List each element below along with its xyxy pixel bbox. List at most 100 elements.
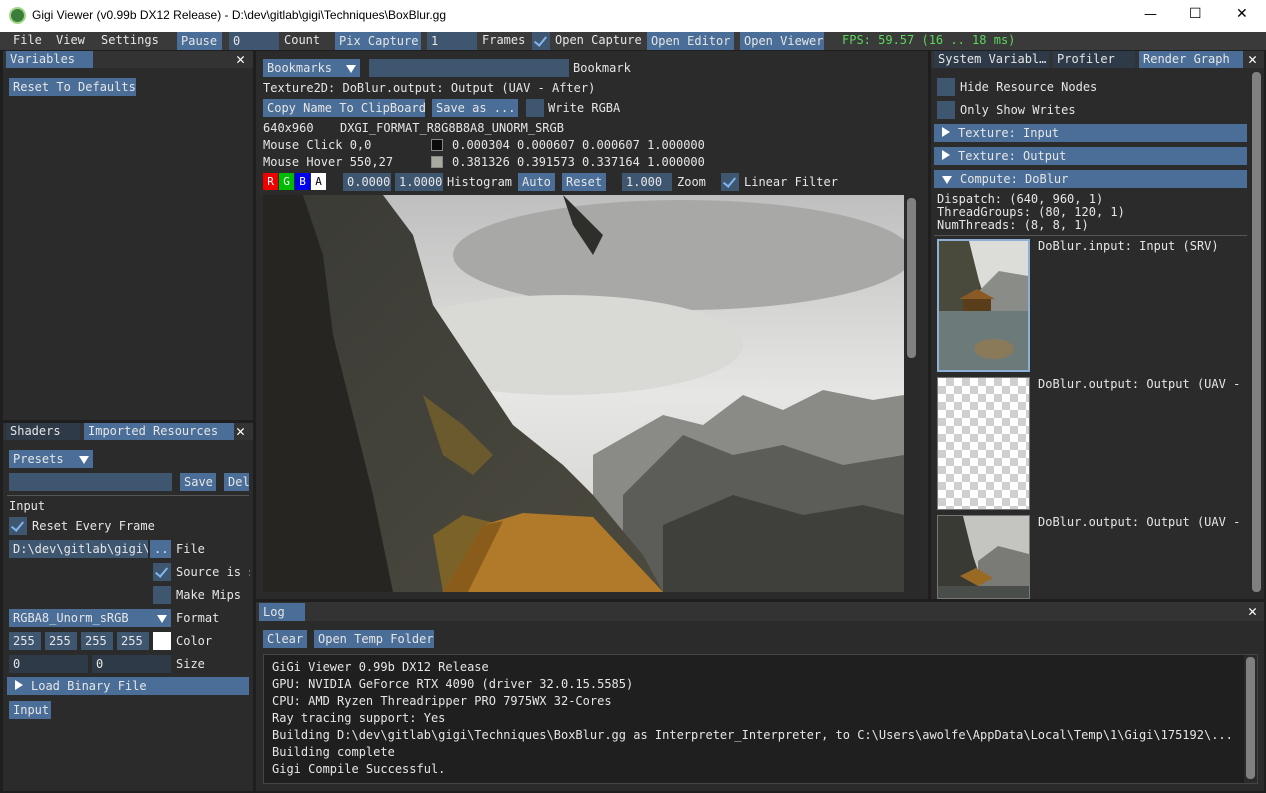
log-output: GiGi Viewer 0.99b DX12 Release GPU: NVID… bbox=[263, 654, 1258, 784]
count-input[interactable]: 0 bbox=[229, 32, 279, 50]
tab-system-variables[interactable]: System Variabl… bbox=[934, 51, 1049, 68]
close-icon[interactable]: ✕ bbox=[1236, 6, 1248, 22]
frames-input[interactable]: 1 bbox=[427, 32, 477, 50]
texture-name: Texture2D: DoBlur.output: Output (UAV - … bbox=[263, 81, 596, 95]
reset-to-defaults-button[interactable]: Reset To Defaults bbox=[9, 78, 136, 96]
size-label: Size bbox=[176, 657, 205, 671]
channel-a-toggle[interactable]: A bbox=[311, 173, 326, 190]
resource-thumbnail-output-after[interactable] bbox=[937, 515, 1030, 599]
format-dropdown[interactable]: RGBA8_Unorm_sRGB bbox=[9, 609, 153, 627]
save-as-button[interactable]: Save as ... bbox=[432, 99, 518, 117]
color-a-input[interactable]: 255 bbox=[117, 632, 149, 650]
channel-r-toggle[interactable]: R bbox=[263, 173, 278, 190]
color-g-input[interactable]: 255 bbox=[45, 632, 77, 650]
open-capture-checkbox[interactable] bbox=[532, 32, 550, 50]
size-x-input[interactable]: 0 bbox=[9, 655, 88, 673]
make-mips-label: Make Mips bbox=[176, 588, 242, 602]
make-mips-checkbox[interactable] bbox=[153, 586, 171, 604]
open-viewer-button[interactable]: Open Viewer bbox=[740, 32, 824, 50]
node-compute-doblur[interactable]: Compute: DoBlur bbox=[934, 170, 1247, 188]
close-icon[interactable]: ✕ bbox=[236, 52, 245, 67]
log-line: Building complete bbox=[272, 745, 395, 759]
zoom-label: Zoom bbox=[677, 175, 706, 189]
linear-filter-checkbox[interactable] bbox=[721, 173, 739, 191]
resource-thumbnail-input[interactable] bbox=[937, 239, 1030, 372]
input-button[interactable]: Input bbox=[9, 701, 51, 719]
tab-log[interactable]: Log bbox=[259, 603, 305, 621]
file-label: File bbox=[176, 542, 205, 556]
log-line: Ray tracing support: Yes bbox=[272, 711, 446, 725]
histogram-label: Histogram bbox=[447, 175, 513, 189]
presets-dropdown[interactable]: Presets bbox=[9, 450, 75, 468]
tab-profiler[interactable]: Profiler bbox=[1053, 51, 1135, 68]
size-y-input[interactable]: 0 bbox=[92, 655, 171, 673]
log-scrollbar-thumb[interactable] bbox=[1246, 657, 1255, 779]
menu-view[interactable]: View bbox=[56, 33, 85, 47]
node-texture-input[interactable]: Texture: Input bbox=[934, 124, 1247, 142]
maximize-icon[interactable]: ☐ bbox=[1189, 6, 1202, 22]
title-bar: Gigi Viewer (v0.99b DX12 Release) - D:\d… bbox=[0, 0, 1266, 32]
chevron-down-icon[interactable] bbox=[75, 450, 93, 468]
node-label: Compute: DoBlur bbox=[960, 172, 1069, 186]
delete-preset-button[interactable]: Del bbox=[224, 473, 249, 491]
close-icon[interactable]: ✕ bbox=[1248, 52, 1257, 67]
open-temp-folder-button[interactable]: Open Temp Folder bbox=[314, 630, 434, 648]
render-graph-scrollbar-thumb[interactable] bbox=[1252, 72, 1261, 592]
texture-image[interactable] bbox=[263, 195, 904, 592]
bookmark-input[interactable] bbox=[369, 59, 569, 77]
browse-button[interactable]: .. bbox=[150, 540, 171, 558]
divider bbox=[934, 235, 1247, 236]
channel-b-toggle[interactable]: B bbox=[295, 173, 310, 190]
color-b-input[interactable]: 255 bbox=[81, 632, 113, 650]
channel-g-toggle[interactable]: G bbox=[279, 173, 294, 190]
linear-filter-label: Linear Filter bbox=[744, 175, 838, 189]
pause-button[interactable]: Pause bbox=[177, 32, 222, 50]
viewer-scrollbar-thumb[interactable] bbox=[907, 198, 916, 358]
only-show-writes-checkbox[interactable] bbox=[937, 101, 955, 119]
write-rgba-checkbox[interactable] bbox=[526, 99, 544, 117]
color-r-input[interactable]: 255 bbox=[9, 632, 41, 650]
zoom-input[interactable]: 1.000 bbox=[622, 173, 672, 191]
clear-log-button[interactable]: Clear bbox=[263, 630, 307, 648]
reset-button[interactable]: Reset bbox=[562, 173, 606, 191]
tab-imported-resources[interactable]: Imported Resources bbox=[84, 423, 234, 440]
node-texture-output[interactable]: Texture: Output bbox=[934, 147, 1247, 165]
bookmark-label: Bookmark bbox=[573, 61, 631, 75]
threadgroups-info: ThreadGroups: (80, 120, 1) bbox=[937, 205, 1125, 219]
close-icon[interactable]: ✕ bbox=[236, 424, 245, 439]
file-path-input[interactable]: D:\dev\gitlab\gigi\Te bbox=[9, 540, 148, 558]
frames-label: Frames bbox=[482, 33, 526, 47]
tab-shaders[interactable]: Shaders bbox=[6, 423, 80, 440]
hide-resource-nodes-label: Hide Resource Nodes bbox=[960, 80, 1098, 94]
tab-render-graph[interactable]: Render Graph bbox=[1139, 51, 1243, 68]
save-preset-button[interactable]: Save bbox=[180, 473, 216, 491]
hide-resource-nodes-checkbox[interactable] bbox=[937, 78, 955, 96]
numthreads-info: NumThreads: (8, 8, 1) bbox=[937, 218, 1089, 232]
minimize-icon[interactable]: — bbox=[1144, 7, 1157, 22]
histogram-max-input[interactable]: 1.0000 bbox=[395, 173, 443, 191]
menu-settings[interactable]: Settings bbox=[101, 33, 159, 47]
only-show-writes-label: Only Show Writes bbox=[960, 103, 1076, 117]
menu-file[interactable]: File bbox=[13, 33, 42, 47]
preset-name-input[interactable] bbox=[9, 473, 172, 491]
copy-name-button[interactable]: Copy Name To ClipBoard bbox=[263, 99, 425, 117]
close-icon[interactable]: ✕ bbox=[1248, 604, 1257, 619]
pix-capture-button[interactable]: Pix Capture bbox=[335, 32, 421, 50]
color-swatch[interactable] bbox=[153, 632, 171, 650]
source-is-srgb-label: Source is s bbox=[176, 565, 250, 579]
chevron-down-icon[interactable] bbox=[153, 609, 171, 627]
node-label: Texture: Output bbox=[958, 149, 1067, 163]
histogram-min-input[interactable]: 0.0000 bbox=[343, 173, 391, 191]
texture-format: DXGI_FORMAT_R8G8B8A8_UNORM_SRGB bbox=[340, 121, 564, 135]
log-line: CPU: AMD Ryzen Threadripper PRO 7975WX 3… bbox=[272, 694, 612, 708]
chevron-down-icon[interactable] bbox=[342, 59, 360, 77]
tab-variables[interactable]: Variables bbox=[6, 51, 93, 68]
reset-every-frame-checkbox[interactable] bbox=[9, 517, 27, 535]
open-editor-button[interactable]: Open Editor bbox=[647, 32, 734, 50]
bookmarks-dropdown[interactable]: Bookmarks bbox=[263, 59, 342, 77]
source-is-srgb-checkbox[interactable] bbox=[153, 563, 171, 581]
load-binary-file-header[interactable]: Load Binary File bbox=[7, 677, 249, 695]
count-label: Count bbox=[284, 33, 321, 47]
resource-thumbnail-output-before[interactable] bbox=[937, 377, 1030, 510]
auto-button[interactable]: Auto bbox=[518, 173, 555, 191]
